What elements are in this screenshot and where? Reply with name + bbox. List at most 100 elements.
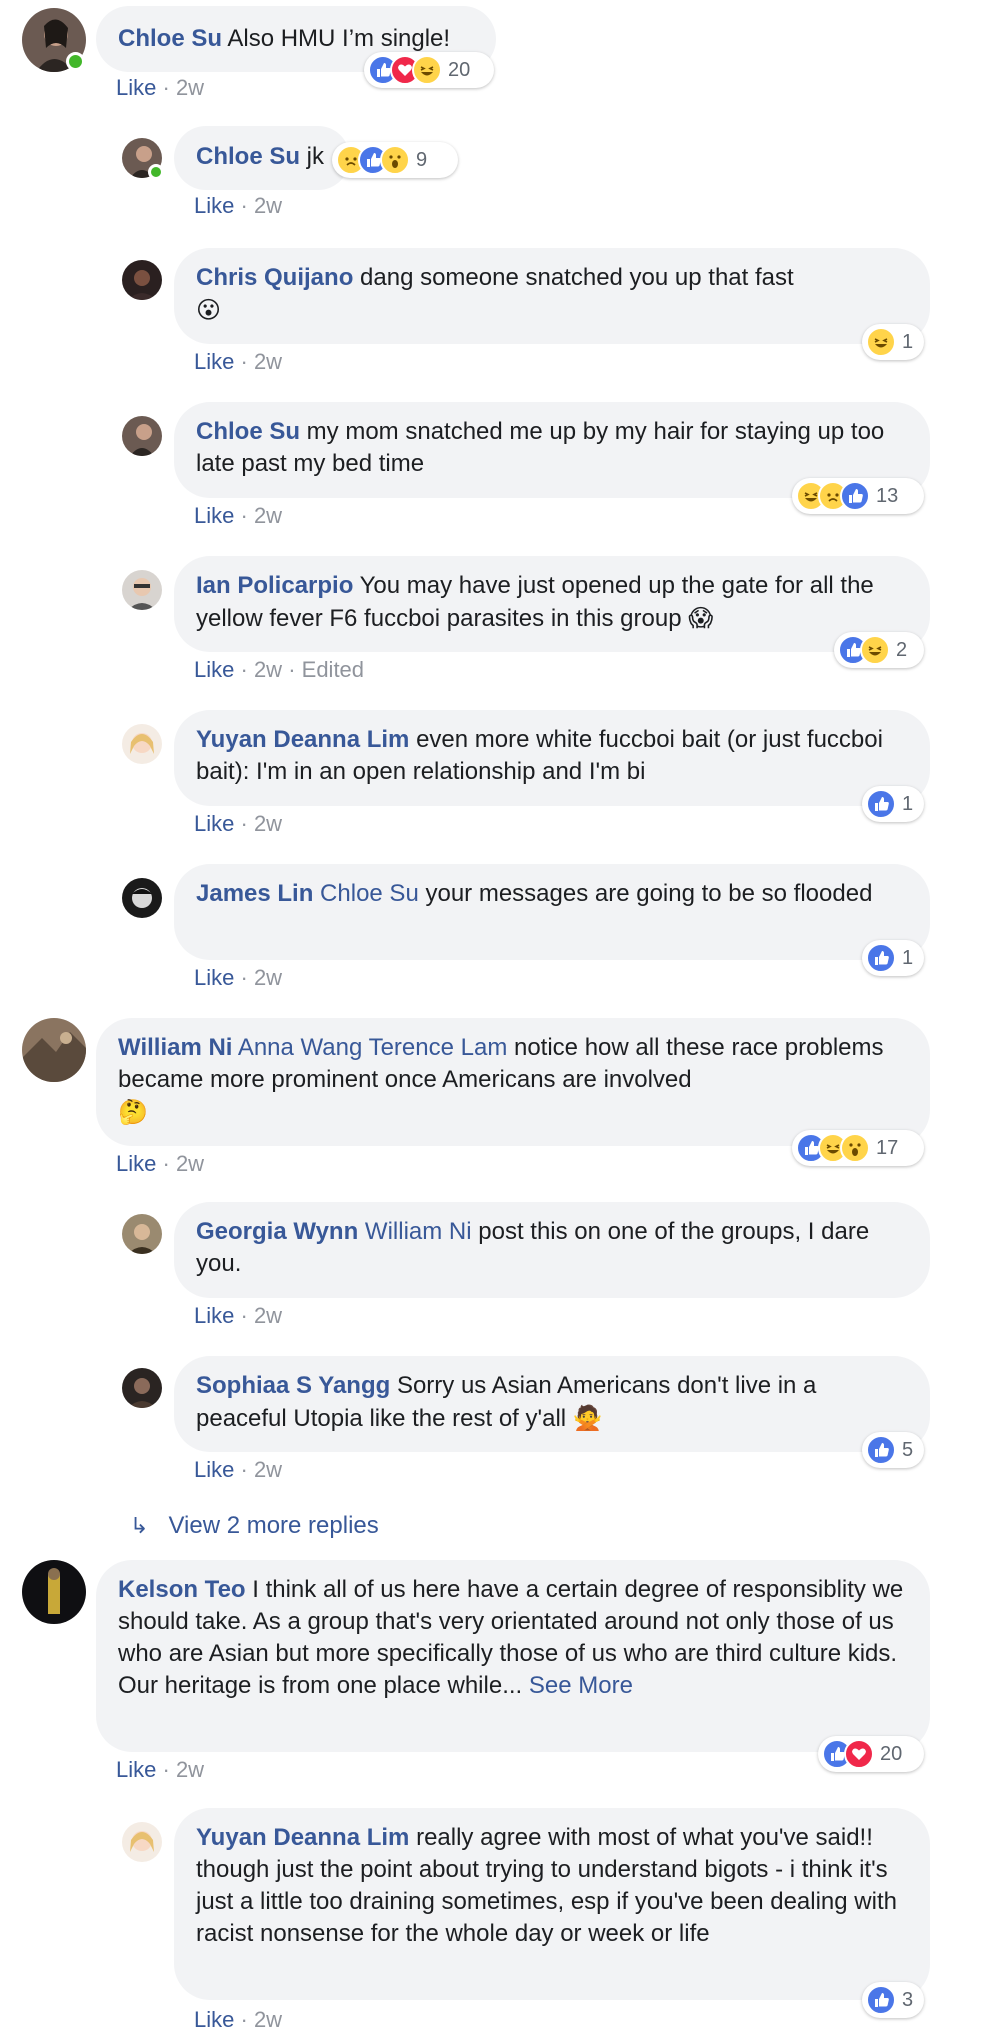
avatar[interactable] <box>122 260 162 300</box>
comment-text: dang someone snatched you up that fast <box>353 264 794 291</box>
reaction-summary[interactable]: 3 <box>862 1982 924 2018</box>
author-name[interactable]: James Lin <box>196 880 313 907</box>
comment-meta: Like · 2w <box>116 1151 205 1176</box>
comment-text: jk <box>300 143 325 170</box>
reaction-summary[interactable]: 13 <box>792 478 924 514</box>
like-link[interactable]: Like <box>116 1151 156 1176</box>
reaction-count: 13 <box>876 484 899 507</box>
like-link[interactable]: Like <box>116 75 156 100</box>
like-reaction-icon <box>866 943 896 973</box>
wow-reaction-icon <box>840 1133 870 1163</box>
comment: Yuyan Deanna Lim even more white fuccboi… <box>0 710 996 840</box>
author-name[interactable]: Sophiaa S Yangg <box>196 1372 390 1399</box>
like-link[interactable]: Like <box>194 349 234 374</box>
author-name[interactable]: Chris Quijano <box>196 264 353 291</box>
avatar[interactable] <box>122 1214 162 1254</box>
like-link[interactable]: Like <box>194 657 234 682</box>
reaction-summary[interactable]: 20 <box>364 52 494 88</box>
reaction-summary[interactable]: 9 <box>332 142 458 178</box>
timestamp[interactable]: 2w <box>254 1457 282 1482</box>
timestamp[interactable]: 2w <box>254 503 282 528</box>
comment-bubble: Kelson Teo I think all of us here have a… <box>96 1560 930 1752</box>
reaction-summary[interactable]: 1 <box>862 324 924 360</box>
mention-link[interactable]: Anna Wang Terence Lam <box>232 1034 508 1061</box>
comment-text: Also HMU I’m single! <box>222 25 451 52</box>
comment-meta: Like · 2w <box>194 503 283 528</box>
timestamp[interactable]: 2w <box>254 2007 282 2032</box>
author-name[interactable]: Ian Policarpio <box>196 572 353 599</box>
author-name[interactable]: Yuyan Deanna Lim <box>196 1824 409 1851</box>
emoji: 😮 <box>196 296 222 324</box>
emoji: 🙅 <box>572 1404 603 1432</box>
timestamp[interactable]: 2w <box>254 657 282 682</box>
reaction-summary[interactable]: 5 <box>862 1432 924 1468</box>
like-link[interactable]: Like <box>194 193 234 218</box>
reaction-count: 1 <box>902 792 914 815</box>
timestamp[interactable]: 2w <box>176 75 204 100</box>
comment: Chloe Su Also HMU I’m single! 20 Like · … <box>0 0 996 110</box>
edited-label[interactable]: Edited <box>302 657 364 682</box>
author-name[interactable]: Kelson Teo <box>118 1576 246 1603</box>
online-status-icon <box>148 164 164 180</box>
reaction-summary[interactable]: 1 <box>862 940 924 976</box>
avatar[interactable] <box>122 878 162 918</box>
author-name[interactable]: Georgia Wynn <box>196 1218 358 1245</box>
reaction-count: 1 <box>902 330 914 353</box>
avatar[interactable] <box>122 724 162 764</box>
avatar[interactable] <box>122 570 162 610</box>
comment-bubble: Yuyan Deanna Lim even more white fuccboi… <box>174 710 930 806</box>
like-link[interactable]: Like <box>194 2007 234 2032</box>
author-name[interactable]: Yuyan Deanna Lim <box>196 726 409 753</box>
comment-bubble: Sophiaa S Yangg Sorry us Asian Americans… <box>174 1356 930 1452</box>
reaction-count: 9 <box>416 148 428 171</box>
like-reaction-icon <box>866 1985 896 2015</box>
like-link[interactable]: Like <box>194 965 234 990</box>
mention-link[interactable]: William Ni <box>358 1218 472 1245</box>
like-link[interactable]: Like <box>194 811 234 836</box>
timestamp[interactable]: 2w <box>176 1151 204 1176</box>
online-status-icon <box>66 52 85 71</box>
avatar[interactable] <box>22 1018 86 1082</box>
haha-reaction-icon <box>412 55 442 85</box>
author-name[interactable]: William Ni <box>118 1034 232 1061</box>
avatar[interactable] <box>122 1368 162 1408</box>
like-link[interactable]: Like <box>116 1757 156 1782</box>
like-link[interactable]: Like <box>194 1303 234 1328</box>
view-more-replies-link[interactable]: ↳ View 2 more replies <box>130 1512 379 1540</box>
comment: James Lin Chloe Su your messages are goi… <box>0 864 996 994</box>
comment: Chloe Su jk 9 Like · 2w <box>0 120 996 220</box>
comment-meta: Like · 2w <box>194 811 283 836</box>
author-name[interactable]: Chloe Su <box>196 143 300 170</box>
reaction-summary[interactable]: 20 <box>818 1736 924 1772</box>
avatar[interactable] <box>122 1822 162 1862</box>
comment-text: your messages are going to be so flooded <box>418 880 873 907</box>
timestamp[interactable]: 2w <box>254 193 282 218</box>
like-link[interactable]: Like <box>194 503 234 528</box>
author-name[interactable]: Chloe Su <box>118 25 222 52</box>
mention-link[interactable]: Chloe Su <box>313 880 419 907</box>
comment-bubble: James Lin Chloe Su your messages are goi… <box>174 864 930 960</box>
avatar[interactable] <box>122 416 162 456</box>
reaction-count: 20 <box>448 58 471 81</box>
comment-meta: Like · 2w <box>116 1757 205 1782</box>
timestamp[interactable]: 2w <box>254 349 282 374</box>
comment-bubble: Yuyan Deanna Lim really agree with most … <box>174 1808 930 2000</box>
timestamp[interactable]: 2w <box>254 811 282 836</box>
reaction-summary[interactable]: 2 <box>834 632 924 668</box>
avatar[interactable] <box>22 1560 86 1624</box>
timestamp[interactable]: 2w <box>176 1757 204 1782</box>
reaction-summary[interactable]: 1 <box>862 786 924 822</box>
comment-bubble: Georgia Wynn William Ni post this on one… <box>174 1202 930 1298</box>
timestamp[interactable]: 2w <box>254 1303 282 1328</box>
author-name[interactable]: Chloe Su <box>196 418 300 445</box>
comment-meta: Like · 2w <box>194 965 283 990</box>
haha-reaction-icon <box>866 327 896 357</box>
timestamp[interactable]: 2w <box>254 965 282 990</box>
emoji: 🤔 <box>118 1098 148 1126</box>
reaction-summary[interactable]: 17 <box>792 1130 924 1166</box>
see-more-link[interactable]: See More <box>529 1672 633 1699</box>
comment: Kelson Teo I think all of us here have a… <box>0 1560 996 1790</box>
haha-reaction-icon <box>860 635 890 665</box>
like-link[interactable]: Like <box>194 1457 234 1482</box>
reaction-count: 2 <box>896 638 908 661</box>
